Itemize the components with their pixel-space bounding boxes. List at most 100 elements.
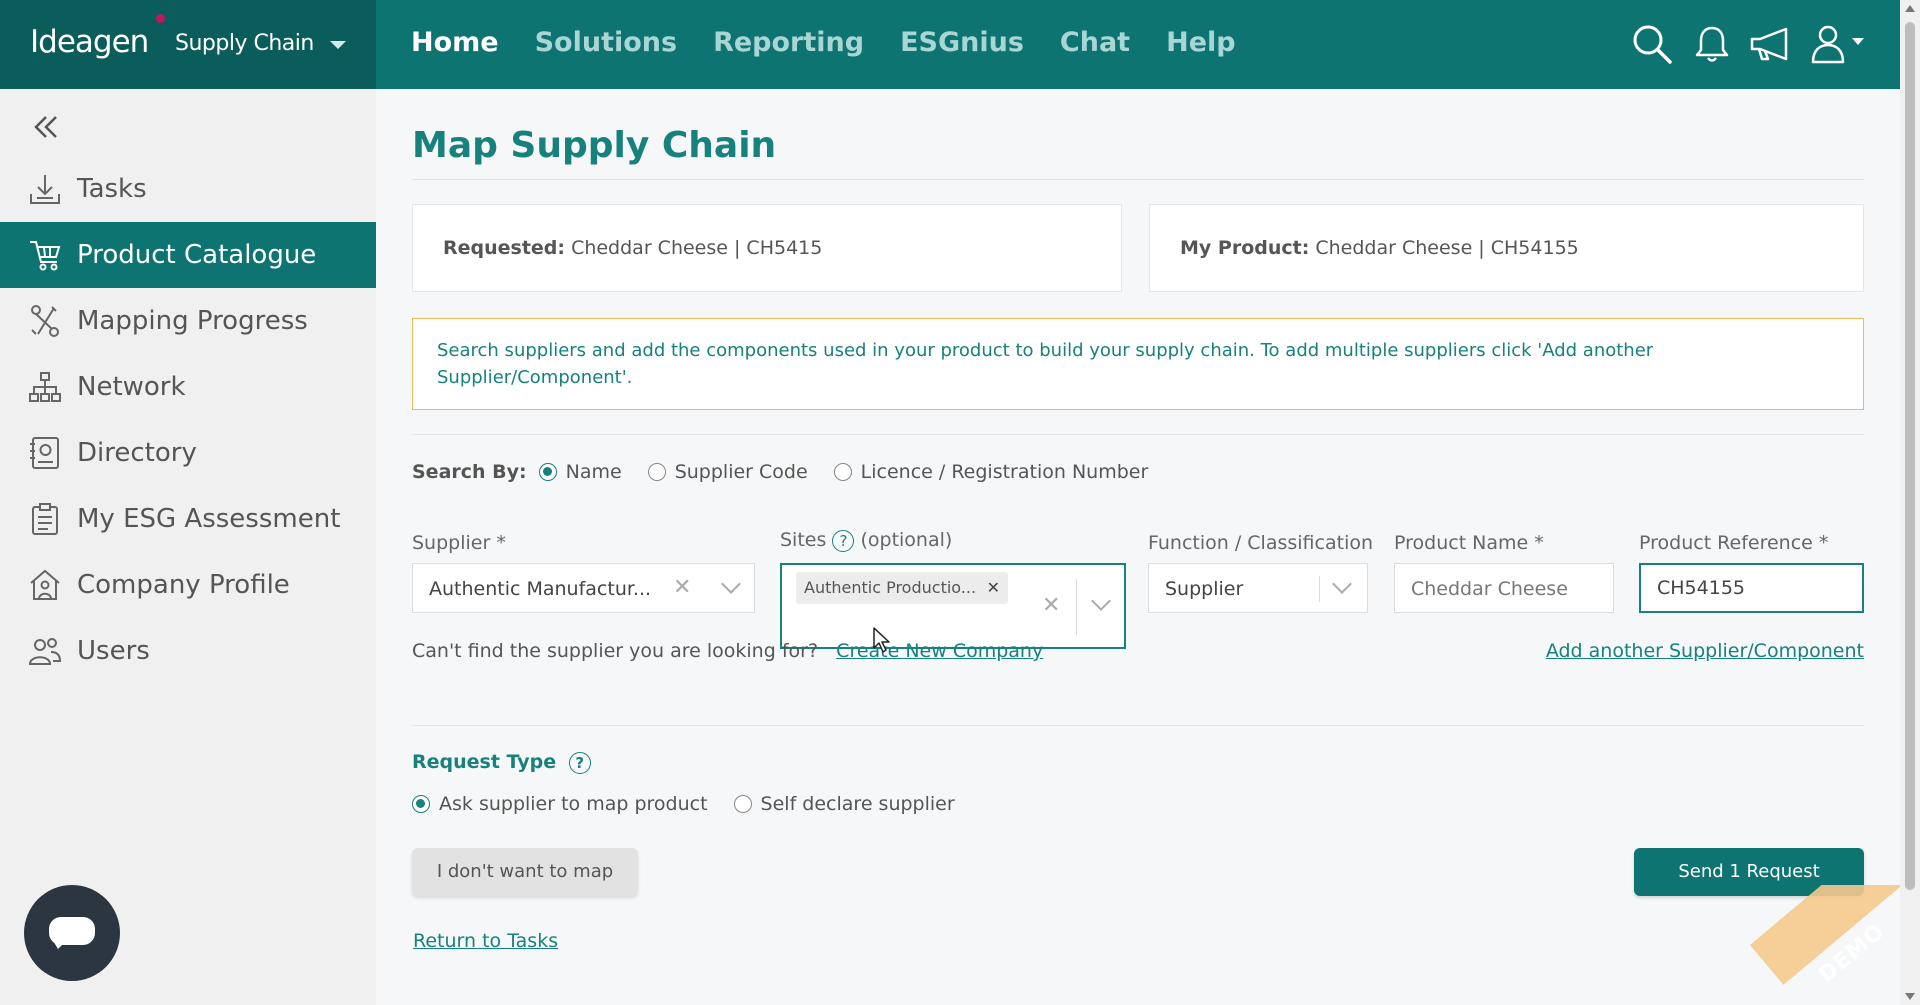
requested-value: Cheddar Cheese | CH5415	[571, 237, 823, 259]
sidebar-item-users[interactable]: Users	[0, 618, 376, 684]
scroll-up-icon[interactable]	[1905, 5, 1915, 12]
radio-unselected-icon	[647, 463, 666, 481]
scrollbar-thumb[interactable]	[1905, 22, 1915, 890]
chat-widget-button[interactable]	[24, 885, 120, 981]
dont-want-to-map-button[interactable]: I don't want to map	[412, 848, 638, 896]
radio-search-licence[interactable]: Licence / Registration Number	[833, 461, 1148, 483]
brand-switcher[interactable]: Ideagen Supply Chain	[0, 0, 376, 89]
product-name-label: Product Name *	[1394, 532, 1544, 554]
function-label: Function / Classification	[1148, 532, 1374, 554]
site-tag-label: Authentic Productio...	[804, 578, 977, 597]
chevron-down-icon[interactable]	[1332, 574, 1352, 594]
chevron-down-icon[interactable]	[1091, 591, 1111, 611]
add-another-supplier-link[interactable]: Add another Supplier/Component	[1546, 640, 1864, 662]
page-title: Map Supply Chain	[412, 125, 777, 166]
radio-unselected-icon	[833, 463, 852, 481]
radio-selected-icon	[412, 795, 430, 813]
return-to-tasks-link[interactable]: Return to Tasks	[413, 930, 558, 952]
sidebar-item-product-catalogue[interactable]: Product Catalogue	[0, 222, 376, 288]
sites-multiselect[interactable]: Authentic Productio... ✕ ✕	[780, 563, 1126, 649]
sidebar-item-network[interactable]: Network	[0, 354, 376, 420]
sidebar-item-label: Directory	[77, 438, 197, 468]
nav-home[interactable]: Home	[411, 27, 499, 58]
nav-solutions[interactable]: Solutions	[535, 27, 677, 58]
search-by-label: Search By:	[412, 461, 527, 483]
sidebar-item-company-profile[interactable]: Company Profile	[0, 552, 376, 618]
scroll-down-icon[interactable]	[1905, 993, 1915, 1000]
bell-icon[interactable]	[1690, 22, 1734, 66]
info-notice: Search suppliers and add the components …	[412, 318, 1864, 410]
radio-search-supplier-code[interactable]: Supplier Code	[647, 461, 808, 483]
radio-selected-icon	[538, 463, 557, 481]
supplier-label: Supplier *	[412, 532, 506, 554]
nav-help[interactable]: Help	[1166, 27, 1236, 58]
search-icon[interactable]	[1630, 22, 1674, 66]
sidebar-item-label: Mapping Progress	[77, 306, 308, 336]
request-type-label: Request Type	[412, 751, 557, 773]
radio-search-name[interactable]: Name	[538, 461, 622, 483]
my-product-card: My Product: Cheddar Cheese | CH54155	[1149, 204, 1864, 292]
request-type-heading: Request Type ?	[412, 751, 591, 774]
nav-esgnius[interactable]: ESGnius	[900, 27, 1024, 58]
radio-ask-supplier[interactable]: Ask supplier to map product	[412, 793, 708, 815]
sites-label: Sites	[780, 529, 827, 551]
demo-ribbon: DEMO	[1750, 885, 1900, 1005]
sidebar-item-label: Tasks	[77, 174, 147, 204]
clipboard-icon	[32, 503, 58, 535]
caret-down-icon[interactable]	[330, 41, 346, 49]
notice-text: Search suppliers and add the components …	[437, 340, 1654, 388]
collapse-sidebar-icon[interactable]	[30, 111, 62, 143]
cant-find-text: Can't find the supplier you are looking …	[412, 640, 819, 662]
radio-label: Ask supplier to map product	[439, 793, 708, 815]
sidebar-item-directory[interactable]: Directory	[0, 420, 376, 486]
divider	[412, 179, 1864, 180]
product-name-input[interactable]: Cheddar Cheese	[1394, 563, 1614, 613]
sidebar-item-my-esg-assessment[interactable]: My ESG Assessment	[0, 486, 376, 552]
supplier-select-value: Authentic Manufactur...	[429, 578, 652, 600]
requested-card: Requested: Cheddar Cheese | CH5415	[412, 204, 1122, 292]
radio-label: Name	[565, 461, 622, 483]
brand-logo: Ideagen	[30, 24, 149, 60]
requested-label: Requested:	[443, 237, 566, 259]
clear-icon[interactable]: ✕	[1042, 593, 1060, 618]
supplier-select[interactable]: Authentic Manufactur... ✕	[412, 563, 755, 613]
site-tag: Authentic Productio... ✕	[796, 572, 1009, 604]
product-reference-label: Product Reference *	[1639, 532, 1829, 554]
sidebar-item-label: Network	[77, 372, 186, 402]
nav-reporting[interactable]: Reporting	[713, 27, 864, 58]
divider	[412, 434, 1864, 435]
sites-label-group: Sites ? (optional)	[780, 529, 952, 552]
divider	[412, 725, 1864, 726]
route-icon	[31, 305, 59, 337]
clear-icon[interactable]: ✕	[673, 575, 691, 600]
sidebar-item-label: Company Profile	[77, 570, 290, 600]
network-icon	[29, 372, 61, 402]
user-icon[interactable]	[1808, 22, 1868, 66]
sidebar-item-tasks[interactable]: Tasks	[0, 156, 376, 222]
search-by-group: Search By: Name Supplier Code Licence / …	[412, 461, 1174, 483]
users-icon	[28, 638, 62, 665]
scrollbar[interactable]	[1900, 0, 1920, 1005]
function-select[interactable]: Supplier	[1148, 563, 1368, 613]
create-new-company-link[interactable]: Create New Company	[836, 640, 1043, 662]
nav-chat[interactable]: Chat	[1060, 27, 1130, 58]
product-reference-input[interactable]: CH54155	[1639, 563, 1864, 613]
mouse-cursor-icon	[873, 627, 890, 653]
chevron-down-icon[interactable]	[721, 574, 741, 594]
help-icon[interactable]: ?	[832, 529, 855, 552]
brand-logo-dot	[156, 14, 165, 23]
sidebar-item-label: My ESG Assessment	[77, 504, 341, 534]
sidebar-item-label: Users	[77, 636, 150, 666]
directory-icon	[30, 437, 59, 469]
radio-unselected-icon	[733, 795, 752, 813]
main-nav: Home Solutions Reporting ESGnius Chat He…	[411, 27, 1236, 58]
product-name-value: Cheddar Cheese	[1411, 578, 1568, 600]
my-product-label: My Product:	[1180, 237, 1310, 259]
megaphone-icon[interactable]	[1748, 22, 1792, 66]
remove-tag-icon[interactable]: ✕	[987, 572, 1000, 604]
sidebar-item-mapping-progress[interactable]: Mapping Progress	[0, 288, 376, 354]
help-icon[interactable]: ?	[568, 751, 591, 774]
main-content: Map Supply Chain Requested: Cheddar Chee…	[376, 89, 1900, 1005]
brand-product-name: Supply Chain	[175, 31, 314, 56]
radio-self-declare[interactable]: Self declare supplier	[733, 793, 955, 815]
